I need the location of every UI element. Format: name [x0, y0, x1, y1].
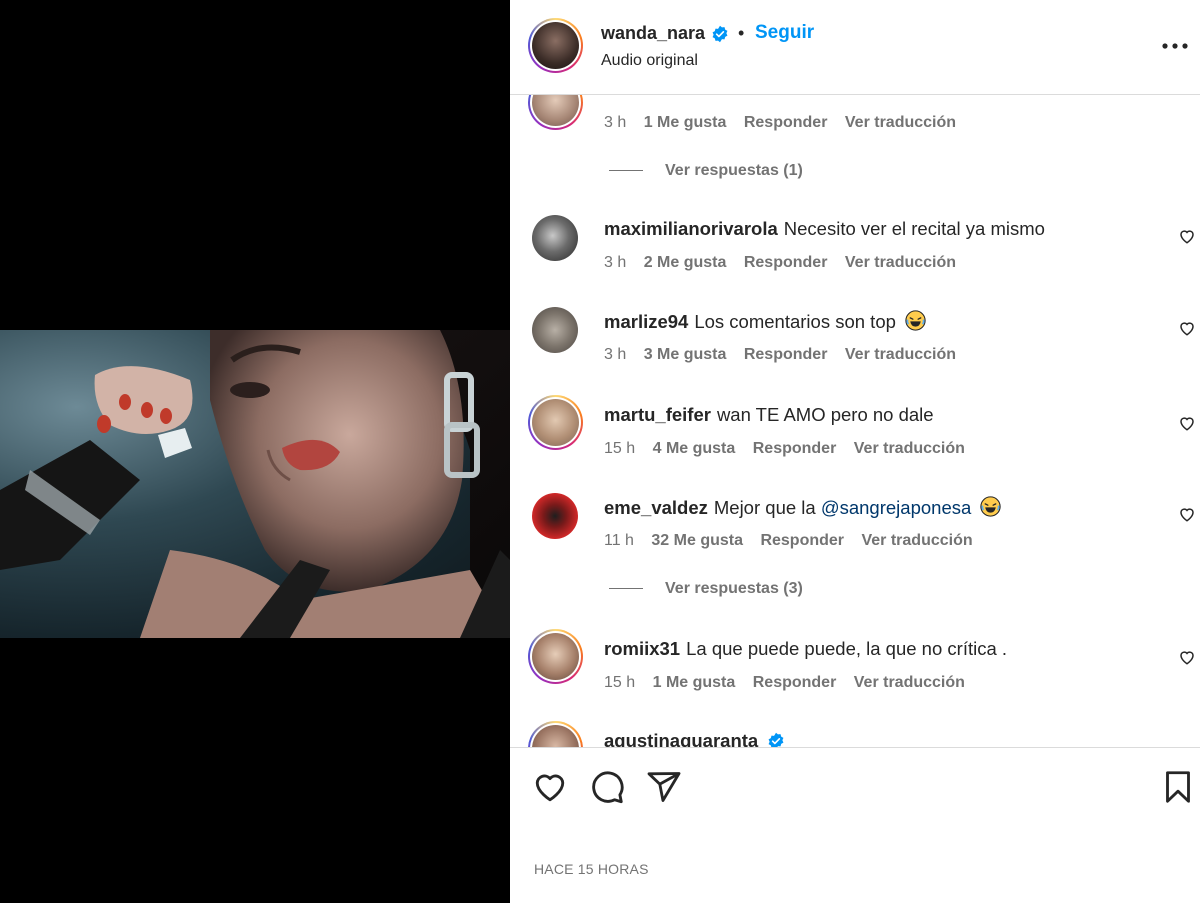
comment-line: eme_valdez Mejor que la @sangrejaponesa: [604, 496, 1002, 519]
commenter-username[interactable]: romiix31: [604, 638, 680, 659]
comment-icon[interactable]: [589, 769, 625, 805]
comment-meta: 15 h 1 Me gusta Responder Ver traducción: [604, 674, 978, 692]
author-avatar[interactable]: [528, 18, 583, 73]
laughing-emoji-icon: [980, 496, 1002, 517]
comment-text: Mejor que la: [713, 497, 816, 518]
verified-badge-icon: [712, 25, 728, 43]
view-replies-button[interactable]: Ver respuestas (1): [609, 162, 803, 180]
commenter-avatar[interactable]: [528, 721, 583, 747]
comment-meta: 3 h 3 Me gusta Responder Ver traducción: [604, 346, 969, 364]
posted-time[interactable]: HACE 15 HORAS: [534, 861, 649, 877]
comment-text: wan TE AMO pero no dale: [716, 404, 934, 425]
commenter-avatar[interactable]: [532, 493, 578, 539]
reply-button[interactable]: Responder: [744, 114, 828, 131]
translate-button[interactable]: Ver traducción: [845, 346, 956, 363]
more-options-icon[interactable]: [1160, 36, 1190, 56]
comment-likes[interactable]: 1 Me gusta: [653, 674, 736, 691]
translate-button[interactable]: Ver traducción: [854, 440, 965, 457]
comment-time[interactable]: 3 h: [604, 254, 626, 271]
reply-button[interactable]: Responder: [753, 440, 837, 457]
comment-meta: 3 h 1 Me gusta Responder Ver traducción: [604, 114, 969, 132]
commenter-avatar[interactable]: [528, 629, 583, 684]
post-header: wanda_nara • Seguir Audio original: [510, 0, 1200, 95]
replies-line: [609, 170, 643, 172]
comment-line: martu_feifer wan TE AMO pero no dale: [604, 404, 934, 426]
comment-line: marlize94 Los comentarios son top: [604, 310, 926, 333]
post-actions: HACE 15 HORAS: [510, 747, 1200, 903]
comment-text: Los comentarios son top: [694, 311, 896, 332]
comment-like-icon[interactable]: [1178, 414, 1196, 432]
share-icon[interactable]: [646, 769, 682, 805]
audio-label[interactable]: Audio original: [601, 52, 698, 70]
comment-line: agustinaquaranta: [604, 730, 785, 747]
comment-likes[interactable]: 4 Me gusta: [653, 440, 736, 457]
comment-text: Necesito ver el recital ya mismo: [783, 218, 1045, 239]
comment-time[interactable]: 15 h: [604, 440, 635, 457]
translate-button[interactable]: Ver traducción: [845, 114, 956, 131]
comment-line: maximilianorivarola Necesito ver el recit…: [604, 218, 1045, 240]
commenter-username[interactable]: martu_feifer: [604, 404, 711, 425]
commenter-avatar[interactable]: [528, 395, 583, 450]
verified-badge-icon: [768, 732, 784, 747]
laughing-emoji-icon: [905, 310, 926, 331]
post-media[interactable]: [0, 0, 510, 903]
author-username[interactable]: wanda_nara: [601, 23, 705, 44]
replies-line: [609, 588, 643, 590]
translate-button[interactable]: Ver traducción: [861, 532, 972, 549]
comment-likes[interactable]: 2 Me gusta: [644, 254, 727, 271]
translate-button[interactable]: Ver traducción: [854, 674, 965, 691]
comment-likes[interactable]: 32 Me gusta: [651, 532, 743, 549]
translate-button[interactable]: Ver traducción: [845, 254, 956, 271]
commenter-username[interactable]: agustinaquaranta: [604, 730, 758, 747]
heart-icon[interactable]: [532, 769, 568, 805]
comment-time[interactable]: 3 h: [604, 346, 626, 363]
comment-likes[interactable]: 1 Me gusta: [644, 114, 727, 131]
separator-dot: •: [738, 23, 745, 43]
comment-text: La que puede puede, la que no crítica .: [686, 638, 1008, 659]
comment-time[interactable]: 3 h: [604, 114, 626, 131]
view-replies-label: Ver respuestas (3): [665, 580, 803, 597]
commenter-avatar[interactable]: [532, 307, 578, 353]
post-panel: wanda_nara • Seguir Audio original 3 h 1…: [510, 0, 1200, 903]
comment-time[interactable]: 15 h: [604, 674, 635, 691]
comment-likes[interactable]: 3 Me gusta: [644, 346, 727, 363]
comment-like-icon[interactable]: [1178, 227, 1196, 245]
reply-button[interactable]: Responder: [753, 674, 837, 691]
bookmark-icon[interactable]: [1160, 769, 1196, 805]
comment-like-icon[interactable]: [1178, 648, 1196, 666]
video-still: [0, 330, 510, 638]
comment-like-icon[interactable]: [1178, 505, 1196, 523]
commenter-username[interactable]: maximilianorivarola: [604, 218, 778, 239]
video-frame[interactable]: [0, 330, 510, 638]
reply-button[interactable]: Responder: [760, 532, 844, 549]
comment-line: romiix31 La que puede puede, la que no cr…: [604, 638, 1007, 660]
reply-button[interactable]: Responder: [744, 346, 828, 363]
commenter-username[interactable]: eme_valdez: [604, 497, 708, 518]
comment-meta: 15 h 4 Me gusta Responder Ver traducción: [604, 440, 978, 458]
commenter-username[interactable]: marlize94: [604, 311, 688, 332]
comments-list[interactable]: 3 h 1 Me gusta Responder Ver traducción …: [510, 95, 1200, 747]
follow-button[interactable]: Seguir: [755, 22, 814, 44]
reply-button[interactable]: Responder: [744, 254, 828, 271]
comment-time[interactable]: 11 h: [604, 532, 634, 549]
comment-mention[interactable]: @sangrejaponesa: [821, 497, 971, 518]
view-replies-button[interactable]: Ver respuestas (3): [609, 580, 803, 598]
commenter-avatar[interactable]: [528, 95, 583, 130]
commenter-avatar[interactable]: [532, 215, 578, 261]
comment-meta: 11 h 32 Me gusta Responder Ver traducció…: [604, 532, 986, 550]
view-replies-label: Ver respuestas (1): [665, 162, 803, 179]
comment-like-icon[interactable]: [1178, 319, 1196, 337]
comment-meta: 3 h 2 Me gusta Responder Ver traducción: [604, 254, 969, 272]
